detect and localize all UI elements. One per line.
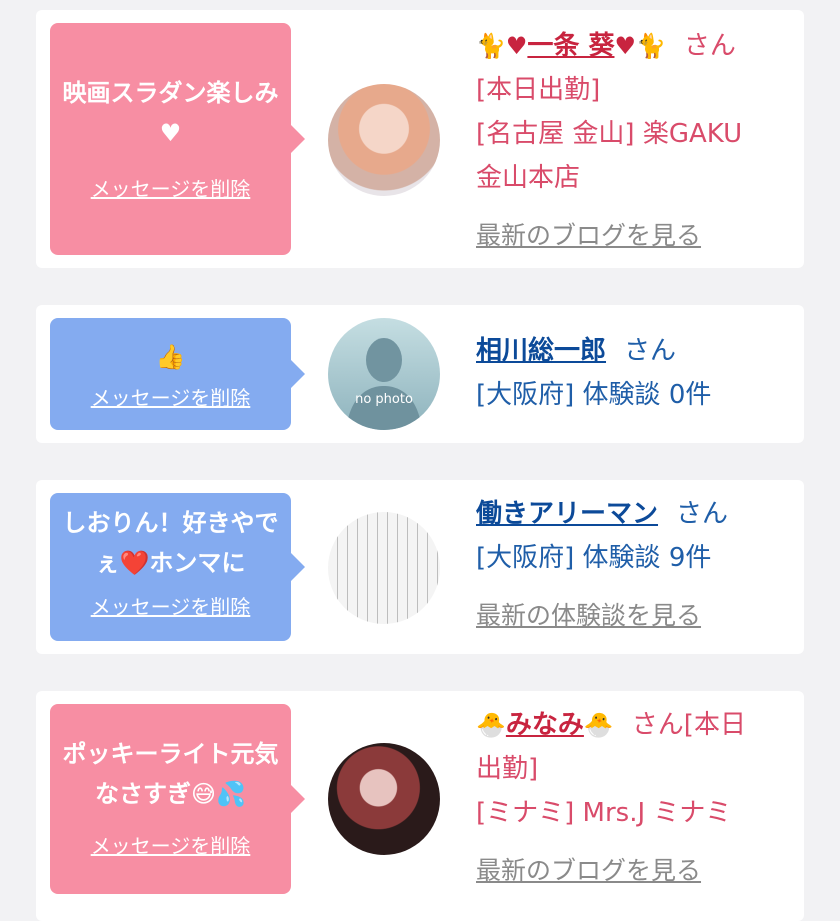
profile-name-link[interactable]: 🐈♥一条 葵♥🐈 — [476, 31, 666, 61]
avatar[interactable] — [328, 512, 440, 624]
honorific: さん — [683, 31, 736, 61]
message-card-1: 映画スラダン楽しみ♥ メッセージを削除 🐈♥一条 葵♥🐈 さん [本日出勤] [名… — [36, 10, 804, 268]
person-silhouette-icon — [346, 338, 422, 430]
chick-icon: 🐣 — [476, 711, 506, 739]
avatar[interactable] — [328, 743, 440, 855]
chick-icon: 🐣 — [583, 711, 614, 739]
message-bubble: しおりん！好きやでぇ❤️ホンマに メッセージを削除 — [50, 493, 291, 641]
message-card-3: しおりん！好きやでぇ❤️ホンマに メッセージを削除 働きアリーマン さん [大阪府… — [36, 480, 804, 654]
latest-blog-link[interactable]: 最新のブログを見る — [476, 214, 786, 258]
message-text: ポッキーライト元気なさすぎ😅💦 — [62, 740, 279, 808]
delete-message-link[interactable]: メッセージを削除 — [91, 382, 251, 411]
profile-name-link[interactable]: 相川総一郎 — [476, 336, 606, 366]
latest-blog-link[interactable]: 最新のブログを見る — [476, 849, 786, 893]
profile-name-link[interactable]: 働きアリーマン — [476, 499, 658, 529]
profile-info: 🐈♥一条 葵♥🐈 さん [本日出勤] [名古屋 金山] 楽GAKU 金山本店 最新… — [476, 24, 786, 258]
profile-name: みなみ — [505, 710, 584, 740]
message-bubble: 映画スラダン楽しみ♥ メッセージを削除 — [50, 23, 291, 255]
cat-heart-icon: 🐈♥ — [476, 32, 528, 60]
shop-line: [名古屋 金山] 楽GAKU — [476, 119, 743, 149]
profile-info: 🐣みなみ🐣 さん[本日 出勤] [ミナミ] Mrs.J ミナミ 最新のブログを見る — [476, 703, 786, 893]
thumbs-up-icon: 👍 — [155, 343, 186, 371]
heart-cat-icon: ♥🐈 — [614, 32, 666, 60]
shop-line: [ミナミ] Mrs.J ミナミ — [476, 798, 732, 828]
honorific: さん[本日 — [631, 710, 746, 740]
message-text: しおりん！好きやでぇ❤️ホンマに — [62, 509, 279, 577]
honorific: さん — [676, 499, 729, 529]
message-card-4: ポッキーライト元気なさすぎ😅💦 メッセージを削除 🐣みなみ🐣 さん[本日 出勤] … — [36, 691, 804, 921]
delete-message-link[interactable]: メッセージを削除 — [91, 591, 251, 620]
profile-name-link[interactable]: 🐣みなみ🐣 — [476, 710, 614, 740]
profile-name: 一条 葵 — [527, 31, 615, 61]
profile-info: 相川総一郎 さん [大阪府] 体験談 0件 — [476, 329, 786, 417]
message-text: 映画スラダン楽しみ♥ — [62, 79, 279, 147]
message-card-2: 👍 メッセージを削除 no photo 相川総一郎 さん [大阪府] 体験談 0件 — [36, 305, 804, 443]
message-bubble: 👍 メッセージを削除 — [50, 318, 291, 430]
shop-line-2: 金山本店 — [476, 163, 581, 193]
no-photo-label: no photo — [355, 392, 413, 407]
status-line: 出勤] — [476, 754, 539, 784]
delete-message-link[interactable]: メッセージを削除 — [91, 830, 251, 859]
delete-message-link[interactable]: メッセージを削除 — [91, 173, 251, 202]
avatar[interactable] — [328, 84, 440, 196]
profile-info: 働きアリーマン さん [大阪府] 体験談 9件 最新の体験談を見る — [476, 492, 786, 638]
review-count-line: [大阪府] 体験談 0件 — [476, 380, 712, 410]
status-line: [本日出勤] — [476, 75, 601, 105]
review-count-line: [大阪府] 体験談 9件 — [476, 543, 712, 573]
honorific: さん — [624, 336, 677, 366]
latest-review-link[interactable]: 最新の体験談を見る — [476, 594, 786, 638]
avatar-no-photo[interactable]: no photo — [328, 318, 440, 430]
message-bubble: ポッキーライト元気なさすぎ😅💦 メッセージを削除 — [50, 704, 291, 894]
